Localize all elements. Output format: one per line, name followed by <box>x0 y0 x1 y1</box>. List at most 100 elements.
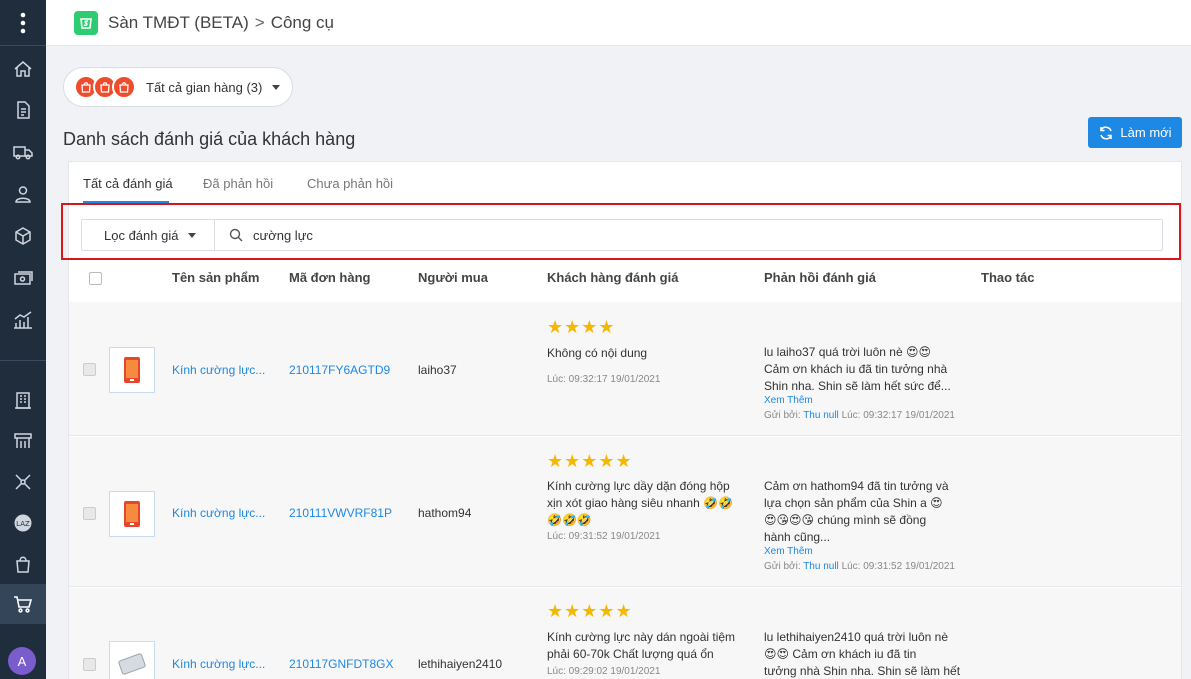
user-icon[interactable] <box>0 174 46 214</box>
table-row: Kính cường lực... 210117FY6AGTD9 laiho37… <box>69 302 1181 436</box>
response-line: lu lethihaiyen2410 quá trời luôn nè <box>764 630 949 644</box>
select-all-checkbox[interactable] <box>89 272 102 285</box>
sent-by-user[interactable]: Thu null <box>803 561 839 572</box>
breadcrumb-app[interactable]: Sàn TMĐT (BETA) <box>108 13 249 32</box>
sent-by-user[interactable]: Thu null <box>803 410 839 421</box>
box-icon[interactable] <box>0 216 46 256</box>
response-line: tưởng nhà Shin nha. Shin sẽ làm hết <box>764 664 961 678</box>
lazada-icon[interactable]: LAZ <box>0 503 46 543</box>
ecommerce-icon[interactable] <box>0 584 46 624</box>
rating-stars: ★★★★★ <box>547 601 633 621</box>
tab-all-reviews[interactable]: Tất cả đánh giá <box>83 176 173 191</box>
rating-stars: ★★★★★ <box>547 451 633 471</box>
response-line: 😍😍 Cảm ơn khách iu đã tin <box>764 647 917 661</box>
product-thumbnail[interactable] <box>109 491 155 537</box>
filter-bar: Lọc đánh giá <box>81 219 1163 251</box>
product-thumbnail[interactable] <box>109 641 155 679</box>
refresh-label: Làm mới <box>1120 125 1172 140</box>
shopee-shop-icon <box>112 75 136 99</box>
refresh-icon <box>1100 125 1113 140</box>
buyer-name: lethihaiyen2410 <box>418 657 503 671</box>
row-checkbox[interactable] <box>83 658 96 671</box>
menu-dots-icon[interactable] <box>0 0 46 45</box>
column-action: Thao tác <box>981 270 1035 285</box>
response-line: Cảm ơn hathom94 đã tin tưởng và <box>764 479 949 493</box>
sidebar: LAZ A <box>0 0 46 679</box>
see-more-link[interactable]: Xem Thêm <box>764 546 813 557</box>
review-line: Kính cường lực dầy dặn đóng hộp <box>547 479 730 493</box>
sidebar-divider <box>0 45 46 46</box>
sent-by-time: Lúc: 09:32:17 19/01/2021 <box>841 410 955 421</box>
order-id-link[interactable]: 210117GNFDT8GX <box>289 657 394 671</box>
table-header: Tên sản phẩm Mã đơn hàng Người mua Khách… <box>69 262 1181 302</box>
svg-text:LAZ: LAZ <box>16 520 30 528</box>
review-line: 🤣🤣🤣 <box>547 513 592 527</box>
response-line: 😍😘😍😘 chúng mình sẽ đồng <box>764 513 927 527</box>
review-filter-label: Lọc đánh giá <box>104 227 179 243</box>
truck-icon[interactable] <box>0 132 46 172</box>
sidebar-divider <box>0 360 46 361</box>
column-response: Phản hồi đánh giá <box>764 270 876 285</box>
refresh-button[interactable]: Làm mới <box>1088 117 1182 148</box>
breadcrumb-separator: > <box>254 12 265 32</box>
document-icon[interactable] <box>0 90 46 130</box>
column-order: Mã đơn hàng <box>289 270 371 285</box>
store-icon[interactable] <box>0 420 46 460</box>
caret-down-icon <box>272 84 281 90</box>
product-name-link[interactable]: Kính cường lực... <box>172 506 265 520</box>
review-line: xịn xót giao hàng siêu nhanh 🤣🤣 <box>547 496 733 510</box>
tab-bar: Tất cả đánh giá Đã phản hồi Chưa phản hồ… <box>69 162 1181 204</box>
table-row: Kính cường lực... 210111VWVRF81P hathom9… <box>69 437 1181 587</box>
review-text: Kính cường lực này dán ngoài tiệm phải 6… <box>547 629 747 663</box>
response-line: lựa chọn sản phẩm của Shin a 😍 <box>764 496 943 510</box>
buyer-name: hathom94 <box>418 506 472 520</box>
shop-selector[interactable]: Tất cả gian hàng (3) <box>63 67 293 107</box>
caret-down-icon <box>188 232 197 238</box>
response-line: lu laiho37 quá trời luôn nè 😍😍 <box>764 345 931 359</box>
sent-by: Gửi bởi: Thu null Lúc: 09:32:17 19/01/20… <box>764 410 955 421</box>
tab-responded[interactable]: Đã phản hồi <box>203 176 273 191</box>
sent-by: Gửi bởi: Thu null Lúc: 09:31:52 19/01/20… <box>764 561 955 572</box>
response-line: hành cũng... <box>764 530 831 544</box>
sent-by-prefix: Gửi bởi: <box>764 561 801 572</box>
home-icon[interactable] <box>0 49 46 89</box>
network-icon[interactable] <box>0 462 46 502</box>
breadcrumb-section: Công cụ <box>270 12 335 32</box>
column-buyer: Người mua <box>418 270 488 285</box>
order-id-link[interactable]: 210111VWVRF81P <box>289 506 392 520</box>
review-time: Lúc: 09:29:02 19/01/2021 <box>547 666 661 677</box>
shopee-icon[interactable] <box>0 544 46 584</box>
rating-stars: ★★★★ <box>547 317 616 337</box>
order-id-link[interactable]: 210117FY6AGTD9 <box>289 363 390 377</box>
search-icon <box>229 228 243 242</box>
tab-not-responded[interactable]: Chưa phản hồi <box>307 176 393 191</box>
row-checkbox[interactable] <box>83 363 96 376</box>
app-logo-icon <box>74 10 98 35</box>
avatar[interactable]: A <box>8 647 36 675</box>
sent-by-prefix: Gửi bởi: <box>764 410 801 421</box>
table-row: Kính cường lực... 210117GNFDT8GX lethiha… <box>69 588 1181 679</box>
response-line: Shin nha. Shin sẽ làm hết sức để... <box>764 379 951 393</box>
chart-icon[interactable] <box>0 300 46 340</box>
sent-by-time: Lúc: 09:31:52 19/01/2021 <box>841 561 955 572</box>
buyer-name: laiho37 <box>418 363 457 377</box>
review-filter-dropdown[interactable]: Lọc đánh giá <box>82 220 215 250</box>
building-icon[interactable] <box>0 380 46 420</box>
product-thumbnail[interactable] <box>109 347 155 393</box>
header: Sàn TMĐT (BETA) > Công cụ <box>46 0 1191 46</box>
response-text: Cảm ơn hathom94 đã tin tưởng và lựa chọn… <box>764 478 964 546</box>
money-icon[interactable] <box>0 258 46 298</box>
response-text: lu laiho37 quá trời luôn nè 😍😍 Cảm ơn kh… <box>764 344 964 395</box>
product-name-link[interactable]: Kính cường lực... <box>172 657 265 671</box>
shop-selector-label: Tất cả gian hàng (3) <box>146 79 263 95</box>
column-product: Tên sản phẩm <box>172 270 260 285</box>
review-time: Lúc: 09:31:52 19/01/2021 <box>547 531 661 542</box>
review-line: Không có nội dung <box>547 346 648 360</box>
search-input[interactable] <box>253 227 853 243</box>
see-more-link[interactable]: Xem Thêm <box>764 395 813 406</box>
page-title: Danh sách đánh giá của khách hàng <box>63 129 356 149</box>
row-checkbox[interactable] <box>83 507 96 520</box>
breadcrumb: Sàn TMĐT (BETA) > Công cụ <box>108 13 334 33</box>
product-name-link[interactable]: Kính cường lực... <box>172 363 265 377</box>
review-text: Không có nội dung <box>547 345 747 362</box>
